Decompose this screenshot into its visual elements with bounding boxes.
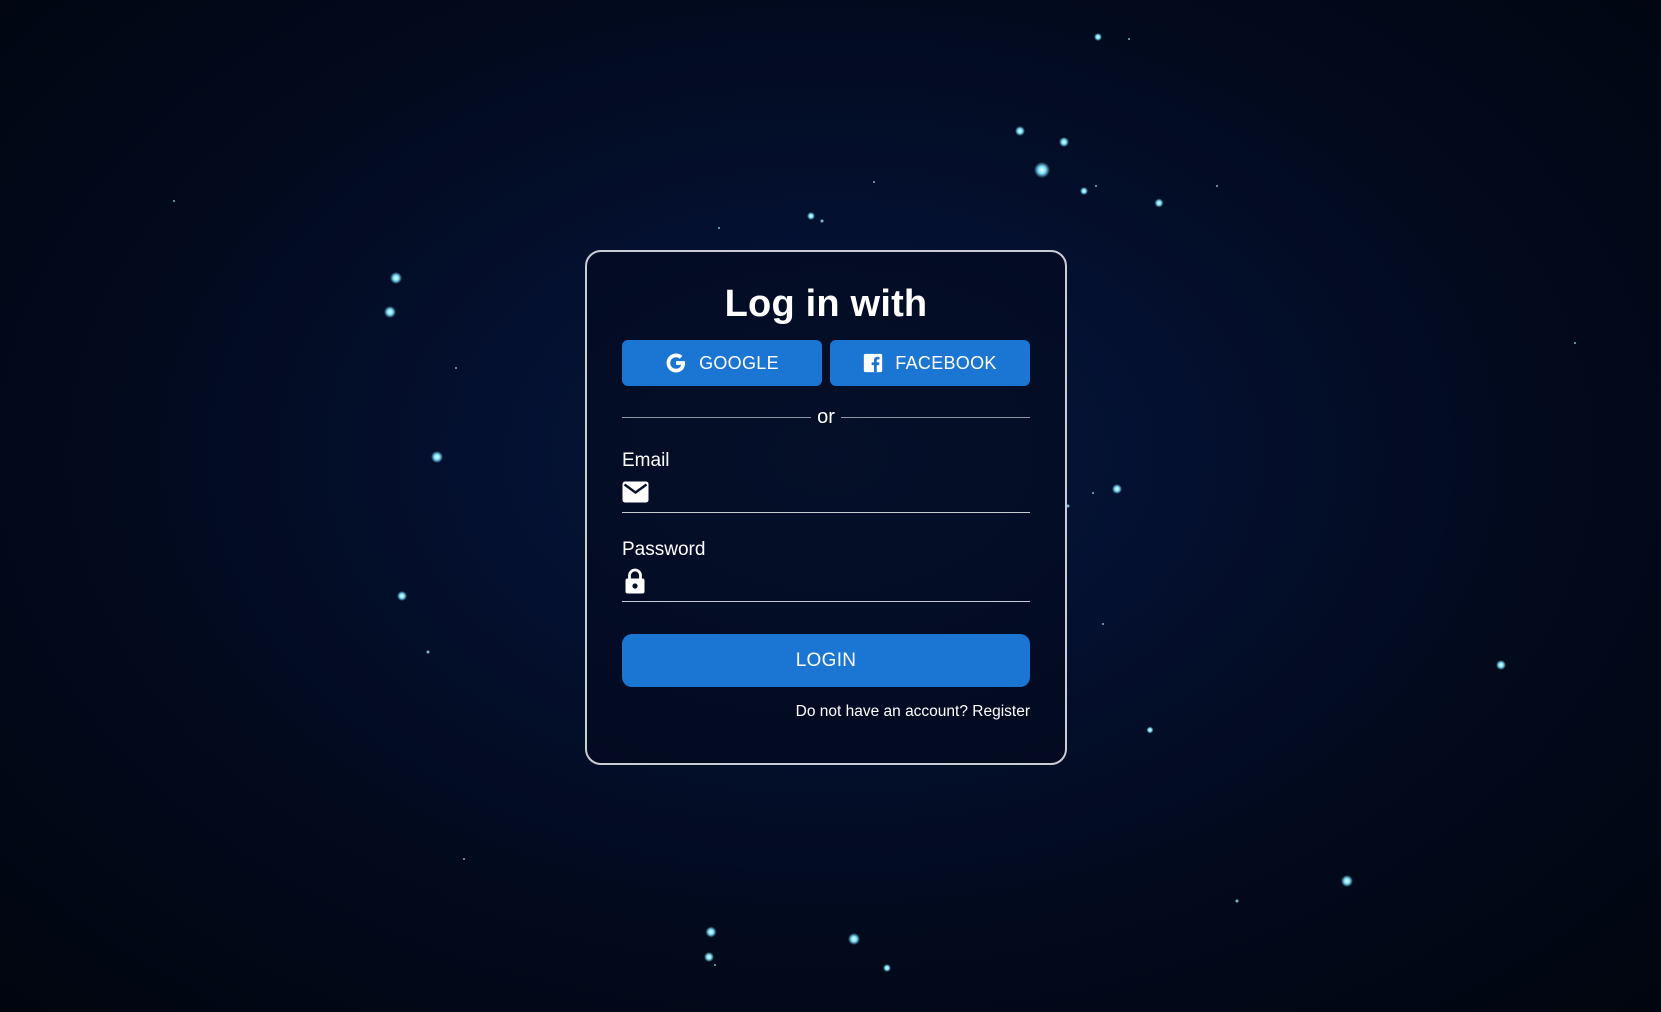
facebook-icon [863, 353, 883, 373]
or-divider: or [622, 404, 1031, 430]
login-title: Log in with [724, 283, 928, 325]
facebook-button-label: FACEBOOK [895, 352, 997, 373]
lock-icon [622, 567, 650, 595]
password-field-row [622, 561, 1030, 602]
google-button-label: GOOGLE [699, 352, 779, 373]
password-label: Password [622, 539, 706, 560]
password-input[interactable] [656, 565, 1030, 597]
register-row: Do not have an account? Register [622, 703, 1030, 721]
google-icon [665, 352, 687, 374]
facebook-login-button[interactable]: FACEBOOK [830, 340, 1030, 386]
divider-line-right [840, 416, 1031, 418]
divider-text: or [817, 405, 835, 428]
google-login-button[interactable]: GOOGLE [622, 340, 822, 386]
email-label: Email [622, 450, 670, 471]
divider-line-left [622, 416, 812, 418]
mail-icon [622, 481, 650, 503]
email-field-row [622, 472, 1030, 513]
register-link[interactable]: Register [972, 703, 1030, 720]
register-prompt: Do not have an account? [795, 703, 973, 720]
email-field-group: Email [622, 450, 1030, 513]
login-button[interactable]: LOGIN [622, 634, 1030, 687]
password-field-group: Password [622, 539, 1030, 602]
email-input[interactable] [656, 476, 1030, 508]
social-login-row: GOOGLE FACEBOOK [622, 340, 1030, 386]
login-card: Log in with GOOGLE FACEBOOK or Email Pas… [585, 250, 1067, 765]
